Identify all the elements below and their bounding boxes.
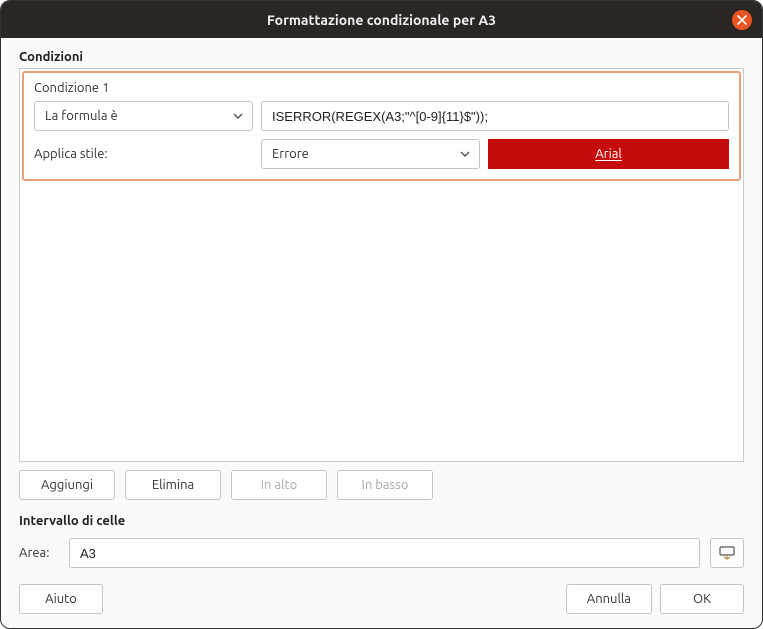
range-section-title: Intervallo di celle bbox=[19, 514, 744, 528]
range-label: Area: bbox=[19, 546, 59, 560]
style-select[interactable]: Errore bbox=[261, 139, 480, 169]
condition-buttons: Aggiungi Elimina In alto In basso bbox=[19, 470, 744, 500]
delete-button[interactable]: Elimina bbox=[125, 470, 221, 500]
style-select-value: Errore bbox=[272, 147, 309, 161]
condition-type-value: La formula è bbox=[45, 109, 118, 123]
condition-label: Condizione 1 bbox=[34, 81, 729, 95]
close-icon bbox=[737, 15, 747, 25]
help-button[interactable]: Aiuto bbox=[19, 584, 103, 614]
down-button[interactable]: In basso bbox=[337, 470, 433, 500]
apply-style-label: Applica stile: bbox=[34, 147, 253, 161]
conditions-frame: Condizione 1 La formula è Applica stile:… bbox=[19, 68, 744, 462]
shrink-button[interactable] bbox=[710, 538, 744, 568]
condition-panel[interactable]: Condizione 1 La formula è Applica stile:… bbox=[22, 71, 741, 181]
range-input[interactable] bbox=[69, 538, 700, 568]
dialog-window: Formattazione condizionale per A3 Condiz… bbox=[0, 0, 763, 629]
up-button[interactable]: In alto bbox=[231, 470, 327, 500]
dialog-content: Condizioni Condizione 1 La formula è App… bbox=[1, 38, 762, 628]
conditions-section-title: Condizioni bbox=[19, 50, 744, 64]
dialog-footer: Aiuto Annulla OK bbox=[19, 584, 744, 614]
ok-button[interactable]: OK bbox=[660, 584, 744, 614]
style-preview-text: Arial bbox=[595, 147, 622, 161]
cancel-button[interactable]: Annulla bbox=[566, 584, 652, 614]
window-title: Formattazione condizionale per A3 bbox=[267, 12, 496, 28]
shrink-icon bbox=[719, 546, 735, 560]
condition-type-select[interactable]: La formula è bbox=[34, 101, 253, 131]
formula-input[interactable] bbox=[261, 101, 729, 131]
style-preview: Arial bbox=[488, 139, 729, 169]
close-button[interactable] bbox=[732, 10, 752, 30]
add-button[interactable]: Aggiungi bbox=[19, 470, 115, 500]
titlebar: Formattazione condizionale per A3 bbox=[1, 1, 762, 38]
